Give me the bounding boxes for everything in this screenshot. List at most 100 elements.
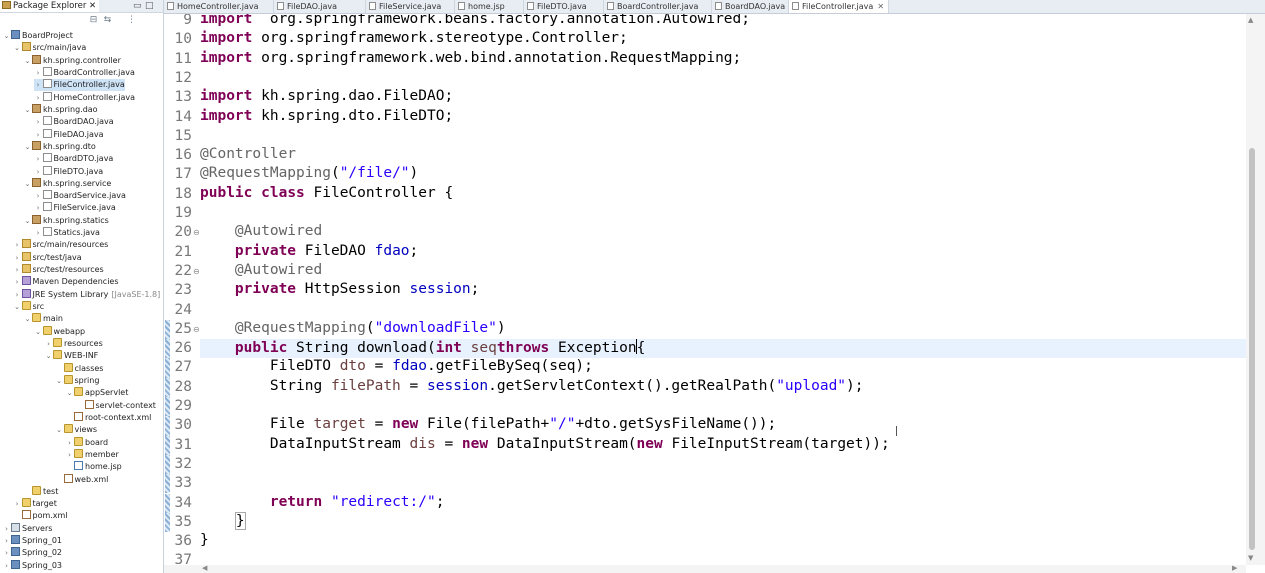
chevron-right-icon[interactable]: › (65, 437, 74, 449)
tree-item[interactable]: ⌄ kh.spring.service (23, 177, 111, 190)
scroll-down-icon[interactable]: ▼ (1248, 554, 1253, 562)
tree-item[interactable]: ⌄ views (55, 424, 97, 436)
code-line[interactable]: public String download(int seqthrows Exc… (200, 339, 1246, 359)
tree-item[interactable]: root-context.xml (65, 411, 151, 424)
minimize-icon[interactable]: ▭ (133, 0, 142, 12)
code-line[interactable]: File target = new File(filePath+"/"+dto.… (200, 416, 1246, 435)
chevron-right-icon[interactable]: › (34, 166, 43, 178)
tree-item[interactable]: › FileDAO.java (34, 128, 104, 141)
code-line[interactable]: @RequestMapping("/file/") (200, 165, 1246, 184)
code-line[interactable]: } (200, 511, 1246, 532)
chevron-down-icon[interactable]: ⌄ (23, 215, 32, 227)
chevron-down-icon[interactable]: ⌄ (23, 104, 32, 116)
chevron-right-icon[interactable]: › (34, 92, 43, 104)
tree-item[interactable]: › HomeController.java (34, 91, 135, 104)
code-line[interactable]: DataInputStream dis = new DataInputStrea… (200, 436, 1246, 455)
chevron-down-icon[interactable]: ⌄ (13, 42, 22, 54)
editor-tab[interactable]: HomeController.java (164, 0, 274, 13)
scroll-up-icon[interactable]: ▲ (1248, 16, 1253, 24)
chevron-down-icon[interactable]: ⌄ (34, 326, 43, 338)
horizontal-scrollbar[interactable]: ◀ ▶ (164, 564, 1246, 573)
tree-item[interactable]: › resources (44, 338, 103, 350)
code-line[interactable]: @Autowired (200, 223, 1246, 242)
tree-item[interactable]: › member (65, 448, 119, 461)
tree-item[interactable]: ⌄ src (13, 301, 44, 313)
code-line[interactable]: private FileDAO fdao; (200, 243, 1246, 262)
code-line[interactable]: @Controller (200, 146, 1246, 165)
code-line[interactable] (200, 69, 1246, 88)
code-line[interactable] (200, 127, 1246, 146)
tree-item[interactable]: › BoardService.java (34, 190, 126, 202)
editor-tab[interactable]: FileDTO.java (524, 0, 604, 13)
tab-package-explorer[interactable]: Package Explorer ✕ (0, 0, 100, 12)
code-line[interactable]: import kh.spring.dto.FileDTO; (200, 108, 1246, 127)
chevron-right-icon[interactable]: › (13, 276, 22, 288)
code-line[interactable]: String filePath = session.getServletCont… (200, 378, 1246, 397)
chevron-right-icon[interactable]: › (34, 129, 43, 141)
tree-item[interactable]: › board (65, 436, 108, 449)
code-line[interactable]: public class FileController { (200, 185, 1246, 204)
tree-item[interactable]: › FileController.java (33, 79, 125, 92)
close-icon[interactable]: ✕ (877, 2, 884, 11)
close-icon[interactable]: ✕ (89, 1, 96, 11)
code-line[interactable]: import kh.spring.dao.FileDAO; (200, 88, 1246, 107)
code-line[interactable]: } (200, 532, 1246, 551)
fold-toggle-icon[interactable]: ⊖ (193, 325, 200, 334)
editor-tab[interactable]: home.jsp (455, 0, 524, 13)
chevron-down-icon[interactable]: ⌄ (2, 30, 11, 42)
tree-item[interactable]: › Servers (2, 522, 52, 535)
chevron-right-icon[interactable]: › (13, 289, 22, 301)
code-line[interactable] (200, 204, 1246, 223)
tree-item[interactable]: ⌄ appServlet (65, 387, 128, 399)
scroll-right-icon[interactable]: ▶ (1232, 564, 1237, 572)
tree-item[interactable]: › FileService.java (34, 202, 116, 214)
chevron-down-icon[interactable]: ⌄ (65, 387, 74, 399)
collapse-all-icon[interactable]: ⊟ (88, 15, 99, 25)
code-line[interactable]: @RequestMapping("downloadFile") (200, 320, 1246, 339)
tree-item[interactable]: servlet-context (76, 399, 156, 412)
tree-item[interactable]: › JRE System Library [JavaSE-1.8] (13, 288, 160, 301)
chevron-right-icon[interactable]: › (13, 239, 22, 251)
code-line[interactable]: import org.springframework.beans.factory… (200, 14, 1246, 30)
chevron-right-icon[interactable]: › (2, 547, 11, 559)
code-line[interactable] (200, 551, 1246, 565)
tree-item[interactable]: › src/main/resources (13, 239, 108, 251)
code-line[interactable]: FileDTO dto = fdao.getFileBySeq(seq); (200, 358, 1246, 377)
code-line[interactable] (200, 301, 1246, 320)
code-line[interactable]: import org.springframework.stereotype.Co… (200, 30, 1246, 49)
chevron-right-icon[interactable]: › (44, 338, 53, 350)
tree-item[interactable]: › Statics.java (34, 227, 100, 239)
editor-tab[interactable]: FileService.java (366, 0, 455, 13)
chevron-right-icon[interactable]: › (2, 535, 11, 547)
chevron-down-icon[interactable]: ⌄ (23, 313, 32, 325)
chevron-right-icon[interactable]: › (34, 190, 43, 202)
code-line[interactable]: private HttpSession session; (200, 281, 1246, 300)
chevron-right-icon[interactable]: › (34, 153, 43, 165)
tree-item[interactable]: › Spring_01 (2, 535, 62, 547)
maximize-icon[interactable]: □ (145, 0, 154, 12)
tree-item[interactable]: test (23, 485, 58, 498)
tree-item[interactable]: home.jsp (65, 461, 122, 473)
chevron-right-icon[interactable]: › (13, 252, 22, 264)
code-line[interactable]: @Autowired (200, 262, 1246, 281)
tree-item[interactable]: › Spring_02 (2, 547, 62, 559)
tree-item[interactable]: ⌄ spring (55, 374, 99, 387)
editor-tab[interactable]: FileController.java ✕ (789, 0, 889, 13)
vertical-scrollbar[interactable]: ▲ ▼ (1246, 14, 1265, 565)
chevron-down-icon[interactable]: ⌄ (44, 350, 53, 362)
tree-item[interactable]: ⌄ main (23, 313, 63, 325)
tree-item[interactable]: › target (13, 498, 57, 510)
chevron-right-icon[interactable]: › (13, 264, 22, 276)
tree-item[interactable]: ⌄ WEB-INF (44, 350, 98, 362)
chevron-right-icon[interactable]: › (13, 498, 22, 510)
fold-toggle-icon[interactable]: ⊖ (193, 267, 200, 276)
tree-item[interactable]: ⌄ src/main/java (13, 42, 86, 54)
editor-tab[interactable]: BoardDAO.java (712, 0, 789, 13)
link-with-editor-icon[interactable]: ⇆ (102, 15, 113, 25)
editor-tab[interactable]: BoardController.java (604, 0, 712, 13)
tree-item[interactable]: classes (55, 362, 103, 375)
vertical-scroll-thumb[interactable] (1249, 148, 1255, 550)
code-area[interactable]: 9 import org.springframework.beans.factor… (164, 14, 1246, 565)
chevron-down-icon[interactable]: ⌄ (13, 301, 22, 313)
tree-item[interactable]: pom.xml (13, 510, 68, 522)
